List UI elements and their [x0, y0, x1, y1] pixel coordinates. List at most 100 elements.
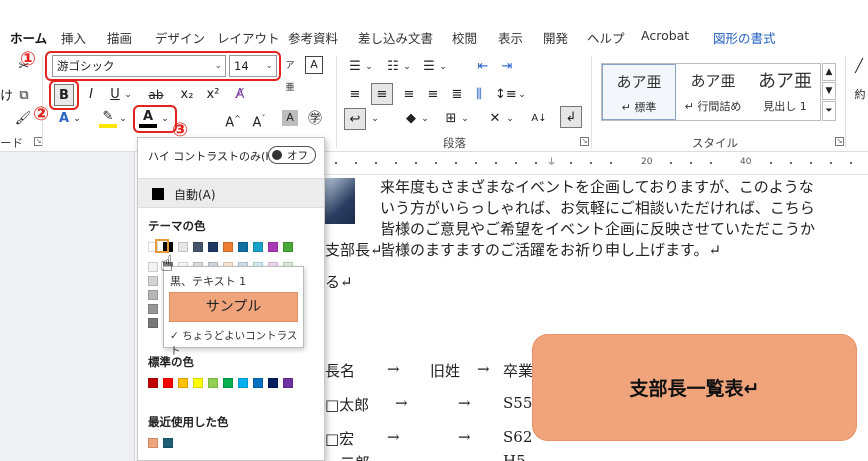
chevron-down-icon[interactable]: ⌄	[160, 108, 170, 130]
borders-icon[interactable]: ⊞	[442, 108, 460, 130]
theme-color-swatch[interactable]	[193, 242, 203, 252]
font-color-button[interactable]: A	[139, 107, 157, 128]
text-effects-icon[interactable]: A	[56, 108, 72, 130]
font-name-combo[interactable]: 游ゴシック ⌄	[52, 55, 226, 77]
style-launcher-icon[interactable]: ↘	[835, 137, 844, 146]
theme-color-swatch[interactable]	[223, 242, 233, 252]
chevron-down-icon[interactable]: ⌄	[123, 84, 133, 106]
tab-draw[interactable]: 描画	[107, 28, 132, 47]
tab-references[interactable]: 参考資料	[288, 28, 338, 47]
standard-color-swatch[interactable]	[223, 378, 233, 388]
shrink-font-button[interactable]: Aˇ	[250, 108, 268, 130]
theme-color-swatch[interactable]	[208, 242, 218, 252]
multilevel-list-icon[interactable]: ☰	[420, 56, 438, 78]
tab-shape-format[interactable]: 図形の書式	[713, 28, 776, 47]
superscript-button[interactable]: x²	[204, 84, 222, 106]
paste-icon[interactable]: け	[0, 86, 13, 108]
standard-color-swatch[interactable]	[268, 378, 278, 388]
edit-icon[interactable]: ╱	[852, 56, 866, 78]
distributed-icon[interactable]: ≣	[448, 84, 466, 106]
high-contrast-toggle[interactable]: オフ	[268, 146, 316, 164]
chevron-down-icon[interactable]: ⌄	[402, 56, 412, 78]
tab-acrobat[interactable]: Acrobat	[641, 28, 689, 43]
chevron-down-icon[interactable]: ⌄	[505, 108, 515, 130]
text-direction-icon[interactable]: ↩	[344, 108, 366, 130]
recent-color-swatch[interactable]	[148, 438, 158, 448]
theme-shade-swatch[interactable]	[148, 290, 158, 300]
char-shading-button[interactable]: A	[282, 110, 298, 126]
theme-color-swatch[interactable]	[268, 242, 278, 252]
increase-indent-icon[interactable]: ⇥	[498, 56, 516, 78]
align-center-icon[interactable]: ≡	[371, 83, 393, 105]
char-border-icon[interactable]: A	[305, 56, 323, 74]
show-marks-icon[interactable]: ↲	[560, 106, 582, 128]
standard-color-swatch[interactable]	[178, 378, 188, 388]
theme-color-swatch[interactable]	[253, 242, 263, 252]
asian-layout-icon[interactable]: ✕	[486, 108, 504, 130]
subscript-button[interactable]: x₂	[178, 84, 196, 106]
chevron-down-icon[interactable]: ⌄	[438, 56, 448, 78]
paragraph-launcher-icon[interactable]: ↘	[580, 137, 589, 146]
chevron-down-icon[interactable]: ⌄	[370, 108, 380, 130]
standard-color-swatch[interactable]	[148, 378, 158, 388]
chevron-down-icon[interactable]: ⌄	[118, 108, 128, 130]
decrease-indent-icon[interactable]: ⇤	[474, 56, 492, 78]
line-spacing-icon[interactable]: ↕≡	[495, 84, 517, 106]
phonetic-guide-icon[interactable]: ア亜	[283, 55, 297, 93]
tab-design[interactable]: デザイン	[155, 28, 205, 47]
standard-color-swatch[interactable]	[193, 378, 203, 388]
column-icon[interactable]: ⫼	[470, 84, 488, 106]
shading-icon[interactable]: ◆	[402, 108, 420, 130]
style-more-icon[interactable]: ⏷	[822, 101, 836, 121]
theme-color-swatch[interactable]	[238, 242, 248, 252]
theme-shade-swatch[interactable]	[148, 318, 158, 328]
underline-button[interactable]: U	[108, 84, 122, 106]
standard-color-swatch[interactable]	[253, 378, 263, 388]
title-shape[interactable]: 支部長一覧表↵	[532, 334, 857, 441]
style-normal[interactable]: あア亜 ↵ 標準	[602, 64, 676, 120]
clear-formatting-icon[interactable]: A̸	[231, 84, 249, 106]
style-scroll-up-icon[interactable]: ▲	[822, 63, 836, 81]
numbering-icon[interactable]: ☷	[384, 56, 402, 78]
align-left-icon[interactable]: ≡	[346, 84, 364, 106]
tab-help[interactable]: ヘルプ	[587, 28, 625, 47]
chevron-down-icon[interactable]: ⌄	[72, 108, 82, 130]
indent-marker-icon[interactable]: ⏚	[547, 155, 556, 168]
tab-insert[interactable]: 挿入	[61, 28, 86, 47]
grow-font-button[interactable]: A^	[224, 108, 242, 130]
standard-color-swatch[interactable]	[238, 378, 248, 388]
standard-color-swatch[interactable]	[283, 378, 293, 388]
auto-color-item[interactable]: 自動(A)	[138, 178, 324, 208]
tab-developer[interactable]: 開発	[543, 28, 568, 47]
tab-layout[interactable]: レイアウト	[217, 28, 280, 47]
theme-color-swatch[interactable]	[283, 242, 293, 252]
chevron-down-icon[interactable]: ⌄	[364, 56, 374, 78]
sort-icon[interactable]: A↓	[530, 108, 548, 130]
highlighter-icon[interactable]: ✎	[99, 108, 117, 128]
style-no-spacing[interactable]: あア亜 ↵ 行間詰め	[677, 64, 749, 120]
tab-mailings[interactable]: 差し込み文書	[358, 28, 433, 47]
theme-color-swatch[interactable]	[178, 242, 188, 252]
bullets-icon[interactable]: ☰	[346, 56, 364, 78]
tab-home[interactable]: ホーム	[10, 28, 48, 52]
italic-button[interactable]: I	[84, 84, 98, 106]
theme-shade-swatch[interactable]	[148, 262, 158, 272]
chevron-down-icon[interactable]: ⌄	[460, 108, 470, 130]
style-heading-1[interactable]: あア亜 見出し 1	[750, 64, 820, 120]
recent-color-swatch[interactable]	[163, 438, 173, 448]
justify-icon[interactable]: ≡	[424, 84, 442, 106]
format-painter-icon[interactable]: 🖌	[13, 108, 33, 130]
tab-review[interactable]: 校閲	[452, 28, 477, 47]
strikethrough-button[interactable]: ab	[146, 84, 166, 106]
style-scroll-down-icon[interactable]: ▼	[822, 82, 836, 100]
chevron-down-icon[interactable]: ⌄	[517, 84, 527, 106]
bold-button[interactable]: B	[54, 84, 74, 106]
tab-view[interactable]: 表示	[498, 28, 523, 47]
copy-icon[interactable]: ⧉	[15, 85, 33, 107]
theme-shade-swatch[interactable]	[148, 304, 158, 314]
font-size-combo[interactable]: 14 ⌄	[229, 55, 277, 77]
enclose-char-icon[interactable]: ㊫	[306, 108, 324, 130]
standard-color-swatch[interactable]	[163, 378, 173, 388]
chevron-down-icon[interactable]: ⌄	[420, 108, 430, 130]
align-right-icon[interactable]: ≡	[400, 84, 418, 106]
